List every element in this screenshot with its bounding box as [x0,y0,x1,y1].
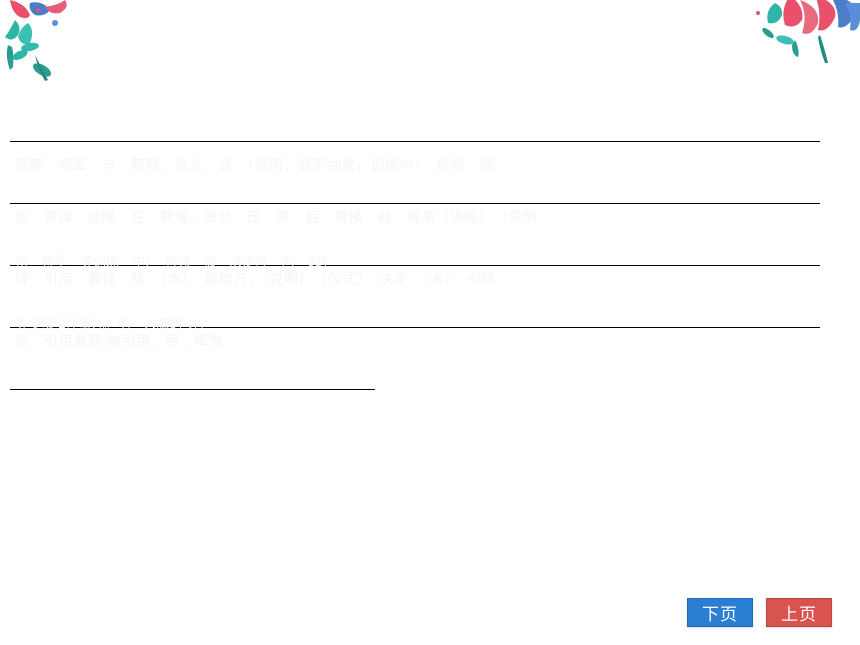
ruled-line-3: 降 引用 曹操 杨 （本） 帮助万，（说明） （仪式） 决定 （术） 引降 等-… [10,266,820,328]
line-text-2: 应 曹操 谈降 在 蔡瑁、张允 改 降 后 曹操 就 说书（训练） （说明 [15,207,815,227]
writing-area: 答案 将军 与 蔡瑁、张允 谈 （说明：显示抽象，训练中） 将领 调 应 曹操 … [10,130,820,390]
line-text-4: 降 引用 曹操 杨 （本） 帮助万，（说明） （仪式） 决定 （术） 引降 [15,269,815,289]
ruled-line-4: 杨 引用重要-被引用…尽…降为 [10,328,375,390]
floral-decoration-right [730,0,860,70]
ruled-line-2: 应 曹操 谈降 在 蔡瑁、张允 改 降 后 曹操 就 说书（训练） （说明 杨 … [10,204,820,266]
line-text-6: 杨 引用重要-被引用…尽…降为 [15,331,370,351]
navigation-buttons: 下页 上页 [687,598,832,627]
line-text-1: 答案 将军 与 蔡瑁、张允 谈 （说明：显示抽象，训练中） 将领 调 [15,155,815,175]
floral-decoration-left [0,0,80,90]
ruled-line-top [10,130,820,142]
next-page-button[interactable]: 下页 [687,598,753,627]
prev-page-button[interactable]: 上页 [766,598,832,627]
ruled-line-1: 答案 将军 与 蔡瑁、张允 谈 （说明：显示抽象，训练中） 将领 调 [10,142,820,204]
